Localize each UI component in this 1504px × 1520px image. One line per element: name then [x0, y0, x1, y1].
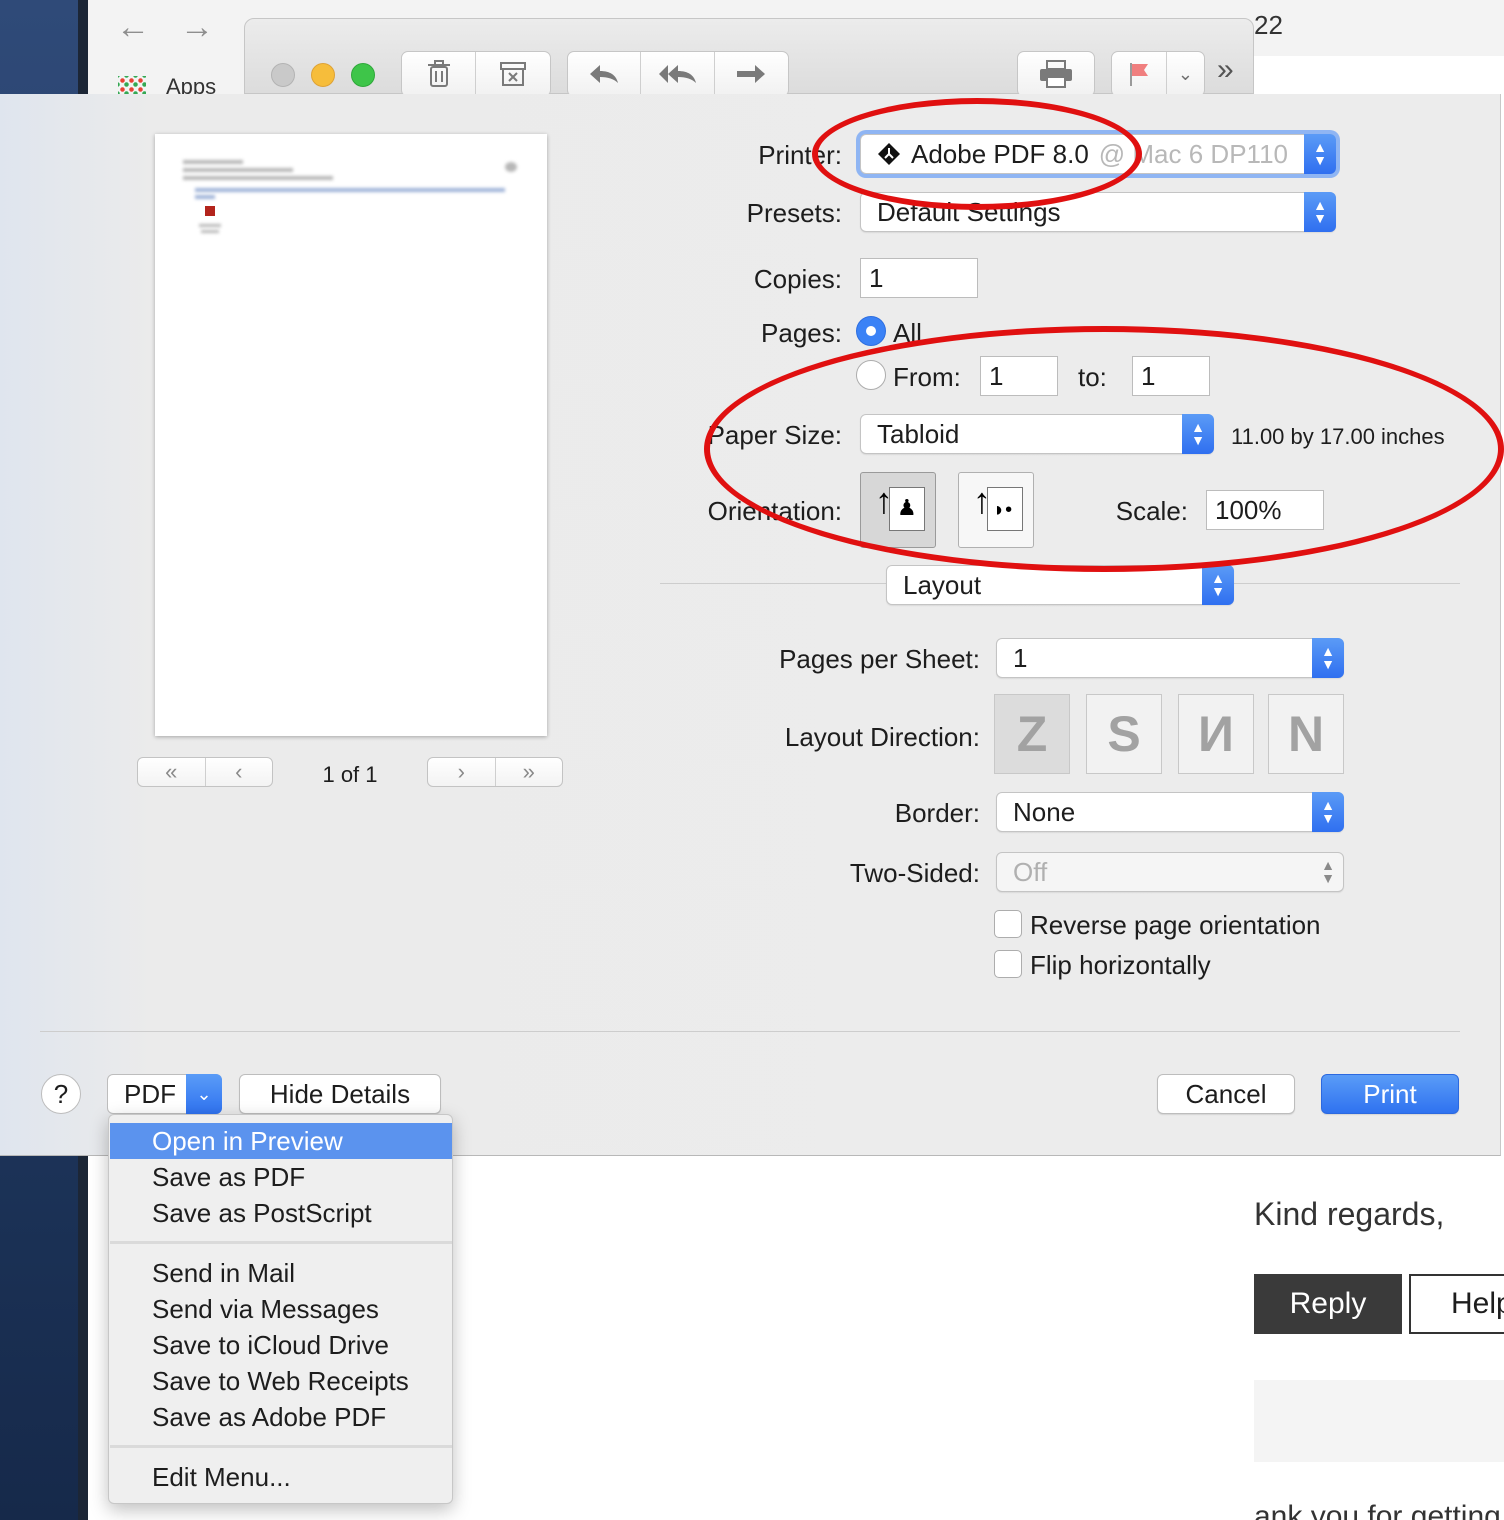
reverse-orientation-label: Reverse page orientation	[1030, 910, 1321, 940]
help-button[interactable]: Help	[1409, 1274, 1504, 1334]
two-sided-value: Off	[1013, 856, 1048, 887]
red-annotation-ellipse-printer	[812, 98, 1142, 210]
reply-group	[567, 51, 789, 97]
hide-details-button[interactable]: Hide Details	[239, 1074, 441, 1114]
footer-divider	[40, 1031, 1460, 1032]
junk-icon[interactable]	[476, 52, 550, 96]
updown-chevron-icon: ▲ ▼	[1304, 134, 1336, 174]
flip-horizontally-label: Flip horizontally	[1030, 950, 1211, 980]
chevron-down-icon[interactable]: ⌄	[1167, 52, 1204, 96]
mail-text-fragment: ank you for getting	[1254, 1500, 1501, 1520]
reverse-orientation-checkbox[interactable]	[994, 910, 1022, 938]
print-dialog: « ‹ 1 of 1 › » Printer: Adobe PDF 8.0 @ …	[0, 94, 1501, 1156]
flag-group: ⌄	[1111, 51, 1205, 97]
updown-chevron-icon: ▲ ▼	[1312, 792, 1344, 832]
updown-chevron-icon: ▲ ▼	[1304, 192, 1336, 232]
menu-separator	[110, 1445, 452, 1448]
layout-direction-label: Layout Direction:	[784, 722, 980, 752]
zoom-window-icon[interactable]	[351, 63, 375, 87]
mail-window-toolbar: ⌄ »	[244, 18, 1254, 97]
help-icon[interactable]: ?	[41, 1074, 81, 1114]
reply-icon[interactable]	[568, 52, 642, 96]
layout-reverse-z-direction-icon[interactable]: S	[1086, 694, 1162, 774]
updown-chevron-icon: ▲ ▼	[1202, 565, 1234, 605]
menu-item-edit-menu[interactable]: Edit Menu...	[110, 1459, 452, 1495]
menu-item-open-in-preview[interactable]: Open in Preview	[110, 1123, 452, 1159]
reply-all-icon[interactable]	[641, 52, 715, 96]
preview-page-count: 1 of 1	[322, 762, 378, 787]
menu-item-send-in-mail[interactable]: Send in Mail	[110, 1255, 452, 1291]
preview-pager-forward: › »	[427, 757, 563, 787]
border-label: Border:	[894, 798, 980, 828]
close-window-icon[interactable]	[271, 63, 295, 87]
preview-text-line	[183, 160, 243, 164]
menu-item-save-as-postscript[interactable]: Save as PostScript	[110, 1195, 452, 1231]
pdf-menu-label: PDF	[124, 1078, 176, 1109]
copies-field[interactable]: 1	[860, 258, 978, 298]
mail-signoff: Kind regards,	[1254, 1196, 1445, 1232]
printer-icon[interactable]	[1018, 52, 1094, 96]
pages-per-sheet-value: 1	[1013, 642, 1028, 673]
layout-z-direction-icon[interactable]: Z	[994, 694, 1070, 774]
more-toolbar-icon[interactable]: »	[1217, 53, 1234, 87]
pages-all-radio[interactable]	[856, 316, 886, 346]
preview-text-line	[183, 176, 333, 180]
pdf-attachment-icon	[205, 206, 215, 216]
presets-label: Presets:	[746, 198, 842, 228]
trash-icon[interactable]	[402, 52, 476, 96]
two-sided-label: Two-Sided:	[849, 858, 980, 888]
cancel-button[interactable]: Cancel	[1157, 1074, 1295, 1114]
section-value: Layout	[903, 569, 982, 600]
layout-reverse-n-direction-icon[interactable]: И	[1178, 694, 1254, 774]
preview-text-line	[183, 168, 293, 172]
updown-chevron-icon: ▲ ▼	[1321, 857, 1335, 886]
preview-caption	[199, 224, 221, 227]
menu-item-save-as-adobe-pdf[interactable]: Save as Adobe PDF	[110, 1399, 452, 1435]
next-page-icon[interactable]: ›	[428, 758, 496, 786]
menu-item-save-to-icloud[interactable]: Save to iCloud Drive	[110, 1327, 452, 1363]
border-value: None	[1013, 796, 1076, 827]
forward-icon[interactable]	[715, 52, 788, 96]
flip-horizontally-checkbox[interactable]	[994, 950, 1022, 978]
print-button[interactable]: Print	[1321, 1074, 1459, 1114]
menu-item-send-via-messages[interactable]: Send via Messages	[110, 1291, 452, 1327]
pages-per-sheet-popup[interactable]: 1 ▲ ▼	[996, 638, 1344, 678]
menu-item-save-as-pdf[interactable]: Save as PDF	[110, 1159, 452, 1195]
menu-item-save-to-web-receipts[interactable]: Save to Web Receipts	[110, 1363, 452, 1399]
pdf-menu-button[interactable]: PDF ⌄	[107, 1074, 222, 1114]
back-arrow-icon[interactable]: ←	[116, 8, 150, 47]
updown-chevron-icon: ▲ ▼	[1312, 638, 1344, 678]
forward-arrow-icon[interactable]: →	[180, 8, 214, 47]
previous-page-icon[interactable]: ‹	[206, 758, 273, 786]
print-preview-page	[155, 134, 547, 736]
red-annotation-ellipse-paper	[704, 326, 1504, 572]
browser-url-fragment: 22	[1254, 10, 1283, 40]
print-group	[1017, 51, 1095, 97]
apps-grid-icon[interactable]	[118, 76, 146, 94]
layout-n-direction-icon[interactable]: N	[1268, 694, 1344, 774]
pages-per-sheet-label: Pages per Sheet:	[779, 644, 980, 674]
copies-label: Copies:	[753, 264, 842, 294]
reply-button[interactable]: Reply	[1254, 1274, 1402, 1334]
pdf-dropdown-menu: Open in Preview Save as PDF Save as Post…	[108, 1114, 453, 1504]
preview-avatar	[505, 162, 517, 172]
border-popup[interactable]: None ▲ ▼	[996, 792, 1344, 832]
pages-label: Pages:	[761, 318, 842, 348]
menu-separator	[110, 1241, 452, 1244]
delete-junk-group	[401, 51, 551, 97]
chevron-down-icon[interactable]: ⌄	[186, 1074, 222, 1114]
two-sided-popup: Off ▲ ▼	[996, 852, 1344, 892]
preview-link-line	[195, 188, 505, 192]
flag-icon[interactable]	[1112, 52, 1167, 96]
preview-caption	[201, 230, 219, 233]
first-page-icon[interactable]: «	[138, 758, 206, 786]
last-page-icon[interactable]: »	[496, 758, 563, 786]
preview-pager-back: « ‹	[137, 757, 273, 787]
preview-link-line	[195, 195, 215, 199]
mail-footer-band	[1254, 1380, 1504, 1462]
minimize-window-icon[interactable]	[311, 63, 335, 87]
